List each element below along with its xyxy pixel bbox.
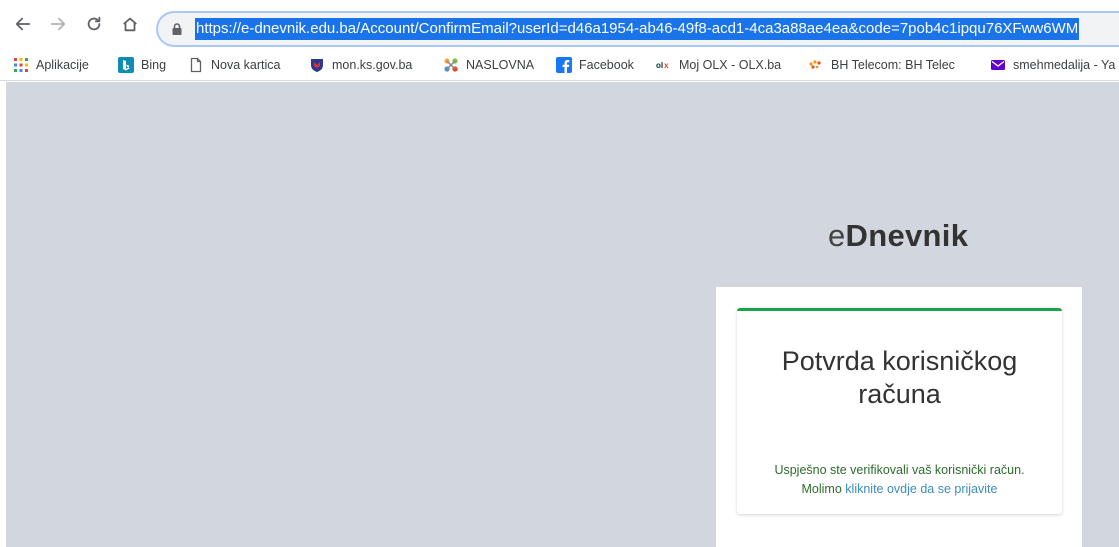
- forward-button[interactable]: [47, 13, 69, 35]
- facebook-icon: [556, 57, 572, 73]
- bookmark-label: Aplikacije: [36, 58, 89, 72]
- bookmark-bing[interactable]: Bing: [118, 55, 166, 75]
- reload-button[interactable]: [83, 13, 105, 35]
- bookmark-label: smehmedalija - Ya: [1013, 58, 1116, 72]
- bh-telecom-icon: [808, 57, 824, 73]
- address-bar[interactable]: https://e-dnevnik.edu.ba/Account/Confirm…: [156, 11, 1119, 47]
- bookmark-label: NASLOVNA: [466, 58, 535, 72]
- confirmation-card: Potvrda korisničkog računa Uspješno ste …: [737, 308, 1062, 514]
- bookmark-label: BH Telecom: BH Telec: [831, 58, 955, 72]
- bookmark-new-tab[interactable]: Nova kartica: [188, 55, 280, 75]
- bookmark-label: mon.ks.gov.ba: [332, 58, 413, 72]
- crest-icon: [309, 57, 325, 73]
- bookmark-apps[interactable]: Aplikacije: [13, 55, 89, 75]
- bookmark-bh-telecom[interactable]: BH Telecom: BH Telec: [808, 55, 955, 75]
- bookmark-olx[interactable]: ol x Moj OLX - OLX.ba: [656, 55, 781, 75]
- arrow-right-icon: [50, 17, 66, 31]
- svg-text:x: x: [664, 61, 669, 70]
- page-left-edge: [0, 82, 6, 547]
- bookmark-label: Moj OLX - OLX.ba: [679, 58, 782, 72]
- bookmark-label: Nova kartica: [211, 58, 281, 72]
- url-text[interactable]: https://e-dnevnik.edu.ba/Account/Confirm…: [195, 18, 1080, 40]
- login-link[interactable]: kliknite ovdje da se prijavite: [845, 482, 997, 496]
- card-title: Potvrda korisničkog računa: [781, 346, 1018, 409]
- bookmark-naslovna[interactable]: NASLOVNA: [443, 55, 534, 75]
- lock-icon: [172, 23, 182, 35]
- bookmark-facebook[interactable]: Facebook: [556, 55, 634, 75]
- apps-grid-icon: [13, 57, 29, 73]
- home-icon: [123, 17, 137, 32]
- svg-text:ol: ol: [656, 61, 663, 70]
- back-button[interactable]: [12, 13, 34, 35]
- logo-name: Dnevnik: [845, 218, 969, 253]
- reload-icon: [87, 16, 101, 31]
- browser-toolbar: https://e-dnevnik.edu.ba/Account/Confirm…: [0, 0, 1119, 48]
- logo-prefix: e: [828, 218, 846, 253]
- success-message: Uspješno ste verifikovali vaš korisnički…: [774, 463, 1025, 477]
- bookmark-mon-ks[interactable]: mon.ks.gov.ba: [309, 55, 412, 75]
- card-message-block: Uspješno ste verifikovali vaš korisnički…: [737, 461, 1062, 499]
- bing-icon: [118, 57, 134, 73]
- bookmark-yahoo-mail[interactable]: smehmedalija - Ya: [990, 55, 1115, 75]
- bookmark-label: Bing: [141, 58, 167, 72]
- mail-icon: [990, 57, 1006, 73]
- page-icon: [188, 57, 204, 73]
- ednevnik-logo[interactable]: eDnevnik: [828, 218, 968, 254]
- olx-icon: ol x: [656, 57, 672, 73]
- bookmark-label: Facebook: [579, 58, 634, 72]
- joomla-icon: [443, 57, 459, 73]
- login-prompt: Molimo: [801, 482, 842, 496]
- arrow-left-icon: [15, 17, 31, 31]
- home-button[interactable]: [119, 13, 141, 35]
- bookmarks-bar: Aplikacije Bing Nova kartica mon.ks.gov.…: [0, 48, 1119, 81]
